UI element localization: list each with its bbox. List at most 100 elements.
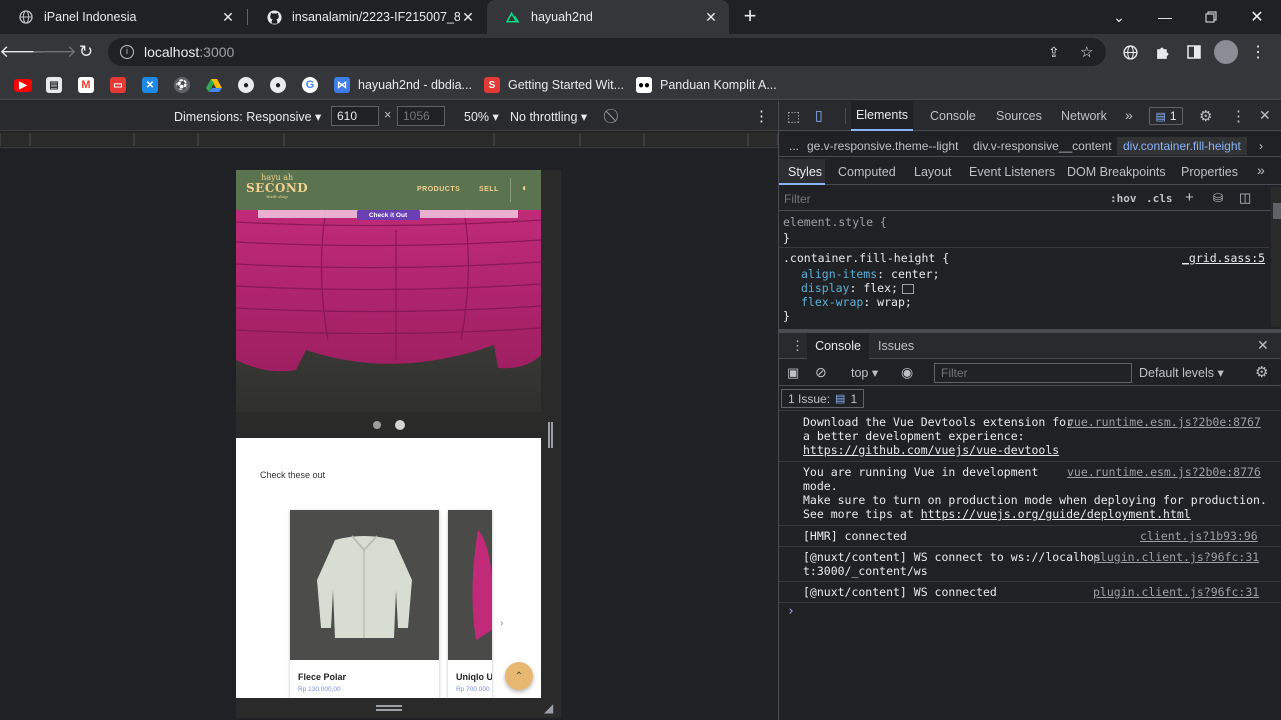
message-source[interactable]: vue.runtime.esm.js?2b0e:8776 xyxy=(1067,465,1261,479)
forward-arrow-icon[interactable]: 🡒 xyxy=(31,40,77,64)
inspect-element-icon[interactable]: ⬚ xyxy=(787,108,800,125)
bookmark-medium[interactable]: ●● Panduan Komplit A... xyxy=(636,75,777,95)
minimize-icon[interactable]: — xyxy=(1142,0,1188,34)
new-tab-button[interactable]: + xyxy=(738,5,762,29)
scroll-top-button[interactable]: ⌃ xyxy=(505,662,533,690)
tab-elements[interactable]: Elements xyxy=(851,101,913,131)
breadcrumb-overflow[interactable]: ... xyxy=(789,139,799,153)
close-icon[interactable]: ✕ xyxy=(703,9,719,26)
bookmark-app[interactable]: ▤ xyxy=(46,75,62,95)
drawer-menu-icon[interactable]: ⋮ xyxy=(791,338,804,354)
extensions-puzzle-icon[interactable] xyxy=(1152,42,1172,62)
scrollbar-thumb[interactable] xyxy=(1273,203,1281,219)
console-filter-input[interactable] xyxy=(934,363,1132,383)
hov-toggle[interactable]: :hov xyxy=(1110,192,1137,205)
drawer-tab-console[interactable]: Console xyxy=(807,333,869,359)
bookmark-scribd[interactable]: S Getting Started Wit... xyxy=(484,75,624,95)
reload-icon[interactable]: ↻ xyxy=(74,40,98,64)
close-icon[interactable]: ✕ xyxy=(220,9,236,26)
bookmark-ball[interactable]: ⚽ xyxy=(174,75,190,95)
window-close-icon[interactable]: ✕ xyxy=(1234,0,1280,34)
breadcrumb-item-selected[interactable]: div.container.fill-height xyxy=(1117,137,1247,155)
issues-link[interactable]: 1 Issue: ▤ 1 xyxy=(781,389,865,408)
side-panel-icon[interactable] xyxy=(1184,42,1204,62)
styles-filter-input[interactable] xyxy=(781,189,1101,209)
message-source[interactable]: plugin.client.js?96fc:31 xyxy=(1093,585,1259,599)
message-source[interactable]: plugin.client.js?96fc:31 xyxy=(1093,550,1259,564)
site-info-icon[interactable]: i xyxy=(120,45,134,59)
bookmark-oracle[interactable]: ▭ xyxy=(110,75,126,95)
message-source[interactable]: vue.runtime.esm.js?2b0e:8767 xyxy=(1067,415,1261,429)
device-options-icon[interactable]: ⋮ xyxy=(754,107,769,125)
message-link[interactable]: https://vuejs.org/guide/deployment.html xyxy=(921,507,1191,521)
breadcrumb-item[interactable]: div.v-responsive__content xyxy=(973,139,1112,153)
message-link[interactable]: https://github.com/vuejs/vue-devtools xyxy=(803,443,1272,457)
ruler-segment[interactable] xyxy=(494,133,580,146)
ruler-segment[interactable] xyxy=(198,133,284,146)
log-levels-dropdown[interactable]: Default levels ▾ xyxy=(1139,365,1224,380)
sidebar-toggle-icon[interactable]: ◫ xyxy=(1239,190,1251,206)
tab-sources[interactable]: Sources xyxy=(996,101,1042,131)
carousel-dot-1[interactable] xyxy=(373,421,381,429)
hero-carousel[interactable]: Check it Out xyxy=(236,210,541,438)
issues-badge[interactable]: ▤ 1 xyxy=(1149,107,1183,125)
drawer-tab-issues[interactable]: Issues xyxy=(878,339,914,353)
tab-ipanel[interactable]: iPanel Indonesia ✕ xyxy=(0,0,246,34)
ruler-segment[interactable] xyxy=(0,133,30,146)
devtools-close-icon[interactable]: ✕ xyxy=(1259,107,1271,124)
declaration-row[interactable]: display: flex; xyxy=(801,281,914,295)
styles-scrollbar[interactable] xyxy=(1271,187,1281,327)
kebab-menu-icon[interactable]: ⋮ xyxy=(1248,42,1268,62)
carousel-next-icon[interactable]: › xyxy=(500,618,503,629)
tab-styles[interactable]: Styles xyxy=(779,159,825,185)
ruler-segment[interactable] xyxy=(644,133,748,146)
tab-dom-breakpoints[interactable]: DOM Breakpoints xyxy=(1067,165,1166,179)
declaration-row[interactable]: align-items: center; xyxy=(801,267,940,281)
paint-bucket-icon[interactable]: ⛁ xyxy=(1213,191,1223,205)
tab-properties[interactable]: Properties xyxy=(1181,165,1238,179)
console-prompt[interactable]: › xyxy=(787,604,795,619)
clear-console-icon[interactable]: ⊘ xyxy=(815,364,827,381)
devtools-menu-icon[interactable]: ⋮ xyxy=(1231,107,1246,125)
more-subtabs-icon[interactable]: » xyxy=(1257,162,1265,178)
bookmark-github-1[interactable]: ● xyxy=(238,75,254,95)
device-toggle-icon[interactable]: ▯ xyxy=(815,107,823,124)
nav-products-link[interactable]: PRODUCTS xyxy=(417,186,460,193)
resize-handle-bottom[interactable] xyxy=(376,705,402,711)
context-selector[interactable]: top ▾ xyxy=(851,365,878,380)
ruler-segment[interactable] xyxy=(748,133,778,146)
console-sidebar-icon[interactable]: ▣ xyxy=(787,365,799,381)
product-card[interactable]: Uniqlo U Rp 700.000 xyxy=(448,510,492,698)
tab-layout[interactable]: Layout xyxy=(914,165,952,179)
cls-toggle[interactable]: .cls xyxy=(1146,192,1173,205)
share-icon[interactable]: ⇪ xyxy=(1048,44,1060,61)
nav-sell-link[interactable]: SELL xyxy=(479,186,499,193)
tab-computed[interactable]: Computed xyxy=(838,165,896,179)
theme-toggle-icon[interactable]: ◐ xyxy=(522,183,528,194)
zoom-dropdown[interactable]: 50% ▾ xyxy=(464,109,499,124)
ruler-segment[interactable] xyxy=(580,133,644,146)
more-tabs-icon[interactable]: » xyxy=(1125,107,1133,123)
tab-network[interactable]: Network xyxy=(1061,101,1107,131)
settings-gear-icon[interactable]: ⚙ xyxy=(1199,107,1212,125)
ruler-segment[interactable] xyxy=(30,133,134,146)
breadcrumb-scroll-icon[interactable]: › xyxy=(1259,139,1263,153)
bookmark-dbdiagram[interactable]: ⋈ hayuah2nd - dbdia... xyxy=(334,75,472,95)
throttling-dropdown[interactable]: No throttling ▾ xyxy=(510,109,587,124)
new-rule-icon[interactable]: + xyxy=(1185,189,1194,206)
rule-selector[interactable]: .container.fill-height { xyxy=(783,251,949,265)
profile-avatar[interactable] xyxy=(1214,40,1238,64)
bookmark-google[interactable]: G xyxy=(302,75,318,95)
restore-icon[interactable] xyxy=(1188,0,1234,34)
resize-corner-icon[interactable]: ◢ xyxy=(544,701,553,715)
drawer-close-icon[interactable]: ✕ xyxy=(1257,337,1269,354)
tab-hayuah2nd[interactable]: hayuah2nd ✕ xyxy=(487,0,729,34)
bookmark-x-app[interactable]: ✕ xyxy=(142,75,158,95)
close-icon[interactable]: ✕ xyxy=(460,9,476,26)
tab-github[interactable]: insanalamin/2223-IF215007_8-pe ✕ xyxy=(248,0,486,34)
width-input[interactable] xyxy=(331,106,379,126)
bookmark-star-icon[interactable]: ☆ xyxy=(1080,43,1093,61)
bookmark-github-2[interactable]: ● xyxy=(270,75,286,95)
ruler-segment[interactable] xyxy=(134,133,198,146)
rule-source-link[interactable]: _grid.sass:5 xyxy=(1182,251,1265,265)
